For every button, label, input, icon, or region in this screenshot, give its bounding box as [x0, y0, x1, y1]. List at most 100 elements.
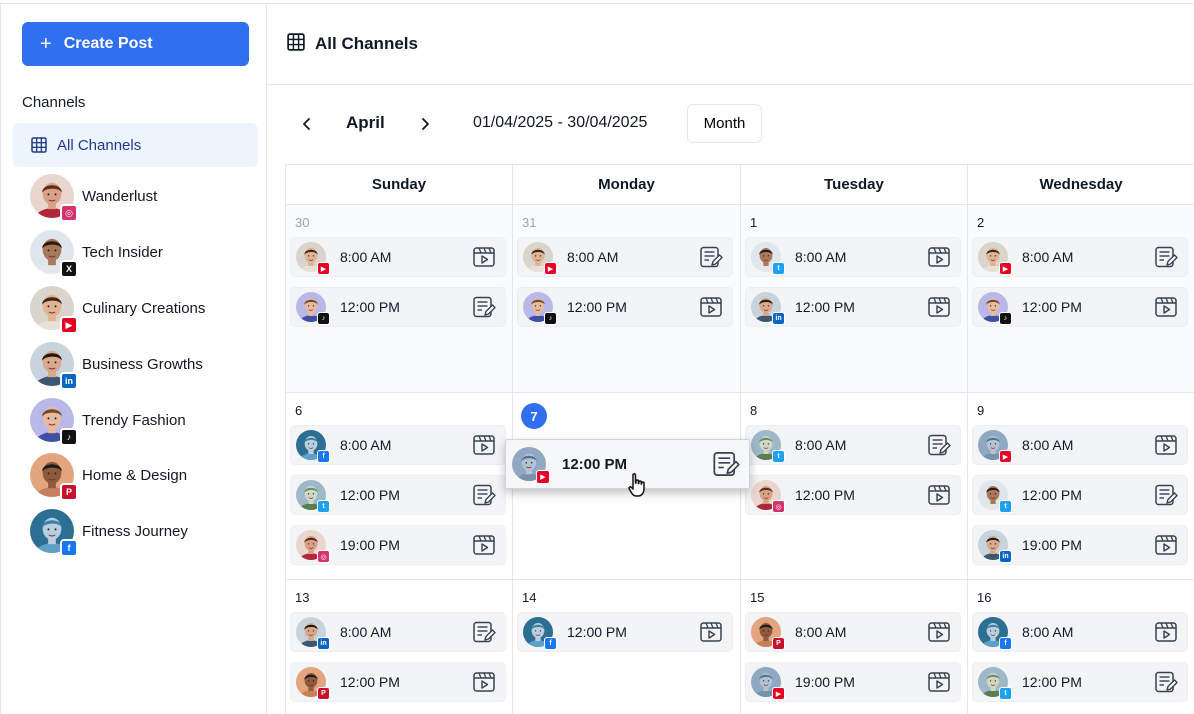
post-type-icon[interactable]: [471, 244, 497, 270]
scheduled-post[interactable]: P 8:00 AM: [745, 612, 961, 652]
post-type-icon[interactable]: [1153, 482, 1179, 508]
channel-wanderlust[interactable]: ◎ Wanderlust: [30, 172, 260, 222]
calendar-day-cell[interactable]: 16 f 8:00 AM t 12:00 PM: [968, 580, 1194, 714]
day-number: 15: [750, 590, 765, 605]
channel-trendy-fashion[interactable]: ♪ Trendy Fashion: [30, 396, 260, 446]
post-type-icon[interactable]: [471, 669, 497, 695]
text-post-icon: [1155, 246, 1178, 268]
avatar: P: [30, 453, 78, 501]
post-type-icon[interactable]: [1153, 244, 1179, 270]
post-type-icon[interactable]: [1153, 532, 1179, 558]
channel-home-design[interactable]: P Home & Design: [30, 451, 260, 501]
day-number: 31: [522, 215, 537, 230]
avatar: ◎: [296, 530, 330, 563]
page-title: All Channels: [315, 34, 418, 53]
post-type-icon[interactable]: [471, 482, 497, 508]
instagram-icon: ◎: [317, 550, 330, 563]
view-month-button[interactable]: Month: [687, 104, 762, 143]
text-post-icon: [1155, 484, 1178, 506]
calendar-day-cell[interactable]: 30 ▶ 8:00 AM ♪ 12:00 PM: [286, 205, 513, 393]
channel-tech-insider[interactable]: X Tech Insider: [30, 228, 260, 278]
post-type-icon[interactable]: [1153, 619, 1179, 645]
avatar: ▶: [978, 430, 1012, 463]
post-type-icon[interactable]: [471, 532, 497, 558]
youtube-icon: ▶: [999, 262, 1012, 275]
avatar: ♪: [523, 292, 557, 325]
create-post-button[interactable]: + Create Post: [22, 22, 249, 66]
avatar: f: [296, 430, 330, 463]
calendar-day-cell[interactable]: 9 ▶ 8:00 AM t 12:00 PM in 19:00 PM: [968, 393, 1194, 580]
calendar-day-cell[interactable]: 2 ▶ 8:00 AM ♪ 12:00 PM: [968, 205, 1194, 393]
channel-culinary-creations[interactable]: ▶ Culinary Creations: [30, 284, 260, 334]
scheduled-post[interactable]: t 12:00 PM: [290, 475, 506, 515]
post-type-icon[interactable]: [1153, 669, 1179, 695]
scheduled-post[interactable]: P 12:00 PM: [290, 662, 506, 702]
post-type-icon[interactable]: [711, 449, 741, 479]
scheduled-post[interactable]: in 12:00 PM: [745, 287, 961, 327]
scheduled-post[interactable]: ♪ 12:00 PM: [517, 287, 733, 327]
tiktok-icon: ♪: [544, 312, 557, 325]
post-type-icon[interactable]: [926, 482, 952, 508]
post-type-icon[interactable]: [471, 432, 497, 458]
scheduled-post[interactable]: t 12:00 PM: [972, 662, 1188, 702]
next-month-button[interactable]: [411, 110, 439, 138]
avatar: t: [296, 480, 330, 513]
post-type-icon[interactable]: [1153, 294, 1179, 320]
facebook-icon: f: [317, 450, 330, 463]
avatar: ▶: [296, 242, 330, 275]
avatar: t: [751, 430, 785, 463]
post-type-icon[interactable]: [471, 619, 497, 645]
post-time: 19:00 PM: [1022, 537, 1082, 553]
scheduled-post[interactable]: t 8:00 AM: [745, 425, 961, 465]
avatar: ▶: [978, 242, 1012, 275]
scheduled-post[interactable]: ▶ 8:00 AM: [517, 237, 733, 277]
post-type-icon[interactable]: [926, 294, 952, 320]
post-type-icon[interactable]: [1153, 432, 1179, 458]
scheduled-post[interactable]: ▶ 19:00 PM: [745, 662, 961, 702]
scheduled-post[interactable]: in 8:00 AM: [290, 612, 506, 652]
scheduled-post[interactable]: ▶ 8:00 AM: [972, 425, 1188, 465]
post-time: 12:00 PM: [340, 674, 400, 690]
video-post-icon: [473, 535, 495, 555]
calendar-day-cell[interactable]: 14 f 12:00 PM: [513, 580, 741, 714]
calendar-day-cell[interactable]: 15 P 8:00 AM ▶ 19:00 PM: [741, 580, 968, 714]
scheduled-post[interactable]: f 12:00 PM: [517, 612, 733, 652]
calendar-day-cell[interactable]: 31 ▶ 8:00 AM ♪ 12:00 PM: [513, 205, 741, 393]
scheduled-post[interactable]: t 8:00 AM: [745, 237, 961, 277]
channel-fitness-journey[interactable]: f Fitness Journey: [30, 507, 260, 557]
calendar-day-cell[interactable]: 8 t 8:00 AM ◎ 12:00 PM: [741, 393, 968, 580]
calendar-day-cell[interactable]: 1 t 8:00 AM in 12:00 PM: [741, 205, 968, 393]
scheduled-post[interactable]: ♪ 12:00 PM: [972, 287, 1188, 327]
youtube-icon: ▶: [999, 450, 1012, 463]
prev-month-button[interactable]: [293, 110, 321, 138]
day-number: 16: [977, 590, 992, 605]
post-type-icon[interactable]: [698, 244, 724, 270]
instagram-icon: ◎: [772, 500, 785, 513]
post-type-icon[interactable]: [698, 619, 724, 645]
scheduled-post[interactable]: ◎ 12:00 PM: [745, 475, 961, 515]
post-type-icon[interactable]: [926, 619, 952, 645]
post-time: 12:00 PM: [567, 299, 627, 315]
post-type-icon[interactable]: [698, 294, 724, 320]
scheduled-post[interactable]: ◎ 19:00 PM: [290, 525, 506, 565]
post-type-icon[interactable]: [926, 244, 952, 270]
scheduled-post[interactable]: ♪ 12:00 PM: [290, 287, 506, 327]
calendar-day-cell[interactable]: 13 in 8:00 AM P 12:00 PM: [286, 580, 513, 714]
scheduled-post[interactable]: f 8:00 AM: [972, 612, 1188, 652]
day-number: 1: [750, 215, 758, 230]
scheduled-post[interactable]: ▶ 8:00 AM: [972, 237, 1188, 277]
channel-business-growths[interactable]: in Business Growths: [30, 340, 260, 390]
scheduled-post[interactable]: f 8:00 AM: [290, 425, 506, 465]
sidebar-item-all-channels[interactable]: All Channels: [13, 123, 258, 167]
scheduled-post[interactable]: in 19:00 PM: [972, 525, 1188, 565]
post-type-icon[interactable]: [926, 432, 952, 458]
channel-name: Fitness Journey: [82, 522, 188, 540]
scheduled-post[interactable]: ▶ 8:00 AM: [290, 237, 506, 277]
post-time: 8:00 AM: [340, 249, 392, 265]
post-type-icon[interactable]: [926, 669, 952, 695]
scheduled-post[interactable]: t 12:00 PM: [972, 475, 1188, 515]
youtube-icon: ▶: [544, 262, 557, 275]
post-type-icon[interactable]: [471, 294, 497, 320]
calendar-day-cell[interactable]: 6 f 8:00 AM t 12:00 PM ◎ 19:00 PM: [286, 393, 513, 580]
video-post-icon: [700, 622, 722, 642]
